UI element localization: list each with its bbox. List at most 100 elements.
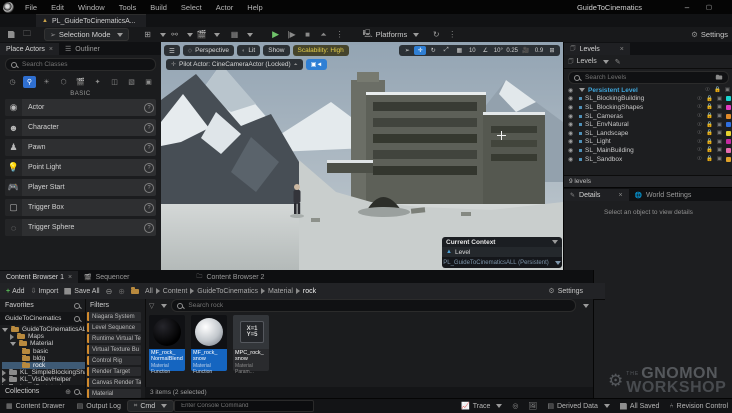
grid-snap-icon[interactable]: ▦	[453, 46, 465, 55]
place-actor-item-character[interactable]: ☻ Character ?	[5, 119, 156, 136]
visual-effects-category-icon[interactable]: ✦	[91, 76, 104, 88]
place-actor-item-player-start[interactable]: 🎮 Player Start ?	[5, 179, 156, 196]
menu-edit[interactable]: Edit	[44, 0, 71, 14]
content-browser-icon[interactable]: 🗀	[20, 29, 34, 41]
play-from-here-button[interactable]: |▶	[285, 29, 299, 41]
chevron-down-icon[interactable]	[583, 303, 589, 308]
output-log-button[interactable]: ▤ Output Log	[71, 399, 127, 413]
help-question-icon[interactable]: ?	[144, 162, 154, 173]
level-color-chip[interactable]	[726, 122, 731, 128]
search-icon[interactable]	[74, 315, 80, 322]
search-icon[interactable]	[74, 388, 80, 395]
save-level-icon[interactable]: ▣	[716, 139, 723, 145]
tree-item[interactable]: Maps	[2, 333, 85, 340]
maximize-button[interactable]: ▢	[700, 0, 718, 14]
quad-view-icon[interactable]: ⊞	[546, 46, 558, 55]
breadcrumb-material[interactable]: Material	[268, 288, 293, 295]
all-classes-category-icon[interactable]: ▣	[142, 76, 155, 88]
search-assets-field[interactable]	[171, 299, 576, 312]
minimize-button[interactable]: –	[678, 0, 696, 14]
level-color-chip[interactable]	[726, 96, 731, 102]
tree-item[interactable]: GuideToCinematicsALL	[2, 326, 85, 333]
screenshot-icon[interactable]: 🖼	[528, 402, 537, 410]
visibility-eye-icon[interactable]: ◉	[568, 130, 576, 137]
revision-control-button[interactable]: ⑃ Revision Control	[669, 403, 728, 410]
level-color-chip[interactable]	[726, 113, 731, 119]
filter-canvas-render-target[interactable]: Canvas Render Ta	[87, 378, 141, 387]
lock-icon[interactable]: 🔒	[706, 139, 713, 145]
selection-mode-dropdown[interactable]: ➢ Selection Mode	[44, 28, 129, 41]
menu-file[interactable]: File	[18, 0, 44, 14]
save-level-icon[interactable]: ▣	[716, 147, 723, 153]
save-level-icon[interactable]: ▣	[716, 122, 723, 128]
tab-content-browser-2[interactable]: 🗀 Content Browser 2	[190, 271, 270, 283]
asset-tile-mf-rock-snow[interactable]: MF_rock_ snow Material Function	[191, 315, 227, 375]
visibility-eye-icon[interactable]: ◉	[568, 104, 576, 111]
level-row[interactable]: ◉ SL_Light ☉ 🔒 ▣	[564, 138, 732, 147]
close-icon[interactable]: ×	[620, 46, 624, 53]
grid-snap-value[interactable]: 10	[466, 46, 478, 55]
help-question-icon[interactable]: ?	[144, 122, 154, 133]
level-row[interactable]: ◉ SL_EnvNatural ☉ 🔒 ▣	[564, 120, 732, 129]
tree-item[interactable]: KL_VisDevHelper	[2, 376, 85, 383]
select-tool-icon[interactable]: ➢	[401, 46, 413, 55]
play-options-kebab-icon[interactable]: ⋮	[333, 29, 347, 41]
eject-button[interactable]: ⏶	[317, 29, 331, 41]
level-color-chip[interactable]	[726, 147, 731, 153]
all-saved-button[interactable]: All Saved	[619, 402, 659, 410]
lock-icon[interactable]: 🔒	[706, 130, 713, 136]
lighting-scenario-icon[interactable]: ☉	[696, 122, 703, 128]
visibility-eye-icon[interactable]: ◉	[568, 147, 576, 154]
filter-funnel-icon[interactable]: ▽	[149, 302, 154, 310]
save-icon[interactable]	[4, 29, 18, 41]
level-color-chip[interactable]	[726, 130, 731, 136]
cb-settings-button[interactable]: ⚙ Settings	[548, 287, 583, 296]
level-row[interactable]: ◉ SL_BlockingBuilding ☉ 🔒 ▣	[564, 95, 732, 104]
place-actor-item-pawn[interactable]: ♟ Pawn ?	[5, 139, 156, 156]
cinematic-category-icon[interactable]: 🎬	[74, 76, 87, 88]
tree-item-rock-selected[interactable]: rock	[2, 361, 85, 370]
breadcrumb-all[interactable]: All	[145, 288, 153, 295]
help-question-icon[interactable]: ?	[144, 202, 154, 213]
lock-icon[interactable]: 🔒	[706, 113, 713, 119]
help-question-icon[interactable]: ?	[144, 102, 154, 113]
level-row[interactable]: ◉ SL_BlockingShapes ☉ 🔒 ▣	[564, 103, 732, 112]
tab-content-browser-1[interactable]: Content Browser 1 ×	[0, 271, 79, 283]
filter-runtime-virtual-texture[interactable]: Runtime Virtual Te	[87, 334, 141, 343]
lock-icon[interactable]: 🔒	[714, 87, 721, 93]
lighting-scenario-icon[interactable]: ☉	[696, 96, 703, 102]
visibility-eye-icon[interactable]: ◉	[568, 113, 576, 120]
visibility-eye-icon[interactable]: ◉	[568, 95, 576, 102]
camera-speed-icon[interactable]: 🎥	[520, 46, 532, 55]
tree-item[interactable]: Material	[2, 340, 85, 347]
search-icon[interactable]	[74, 302, 80, 309]
cmd-dropdown[interactable]: ⌗ Cmd	[126, 400, 175, 412]
lock-icon[interactable]: 🔒	[706, 156, 713, 162]
move-tool-icon[interactable]: ✛	[414, 46, 427, 55]
help-question-icon[interactable]: ?	[144, 222, 154, 233]
levels-dropdown[interactable]: 🗇 Levels	[568, 57, 609, 67]
breadcrumb-rock[interactable]: rock	[303, 288, 316, 295]
place-actor-item-point-light[interactable]: 💡 Point Light ?	[5, 159, 156, 176]
expand-arrow-icon[interactable]	[579, 88, 585, 93]
tab-details[interactable]: ✎ Details ×	[564, 189, 629, 202]
level-color-chip[interactable]	[726, 139, 731, 145]
tree-item[interactable]: basic	[2, 347, 85, 355]
visibility-eye-icon[interactable]: ◉	[568, 138, 576, 145]
menu-window[interactable]: Window	[71, 0, 112, 14]
save-level-icon[interactable]: ▣	[716, 113, 723, 119]
edit-pencil-icon[interactable]: ✎	[615, 58, 621, 66]
tree-item[interactable]: bldg	[2, 354, 85, 362]
tab-outliner[interactable]: ☰ Outliner	[59, 43, 106, 55]
tree-item[interactable]: KL_SimpleBlockingShapes	[2, 369, 85, 376]
asset-tile-mf-rock-normalblend[interactable]: MF_rock_ NormalBlend Material Function	[149, 315, 185, 375]
place-actor-item-trigger-sphere[interactable]: ◌ Trigger Sphere ?	[5, 219, 156, 236]
lock-icon[interactable]: 🔒	[706, 147, 713, 153]
console-command-input[interactable]	[179, 402, 310, 410]
collections-header[interactable]: Collections ⊕	[0, 385, 85, 398]
lighting-scenario-icon[interactable]: ☉	[704, 87, 711, 93]
back-icon[interactable]: ⊖	[106, 287, 113, 296]
save-level-icon[interactable]: ▣	[716, 156, 723, 162]
lock-icon[interactable]: 🔒	[706, 96, 713, 102]
asset-tile-mpc-rock-snow[interactable]: X=1 Y=5 MPC_rock_ snow Material Param...	[233, 315, 269, 375]
